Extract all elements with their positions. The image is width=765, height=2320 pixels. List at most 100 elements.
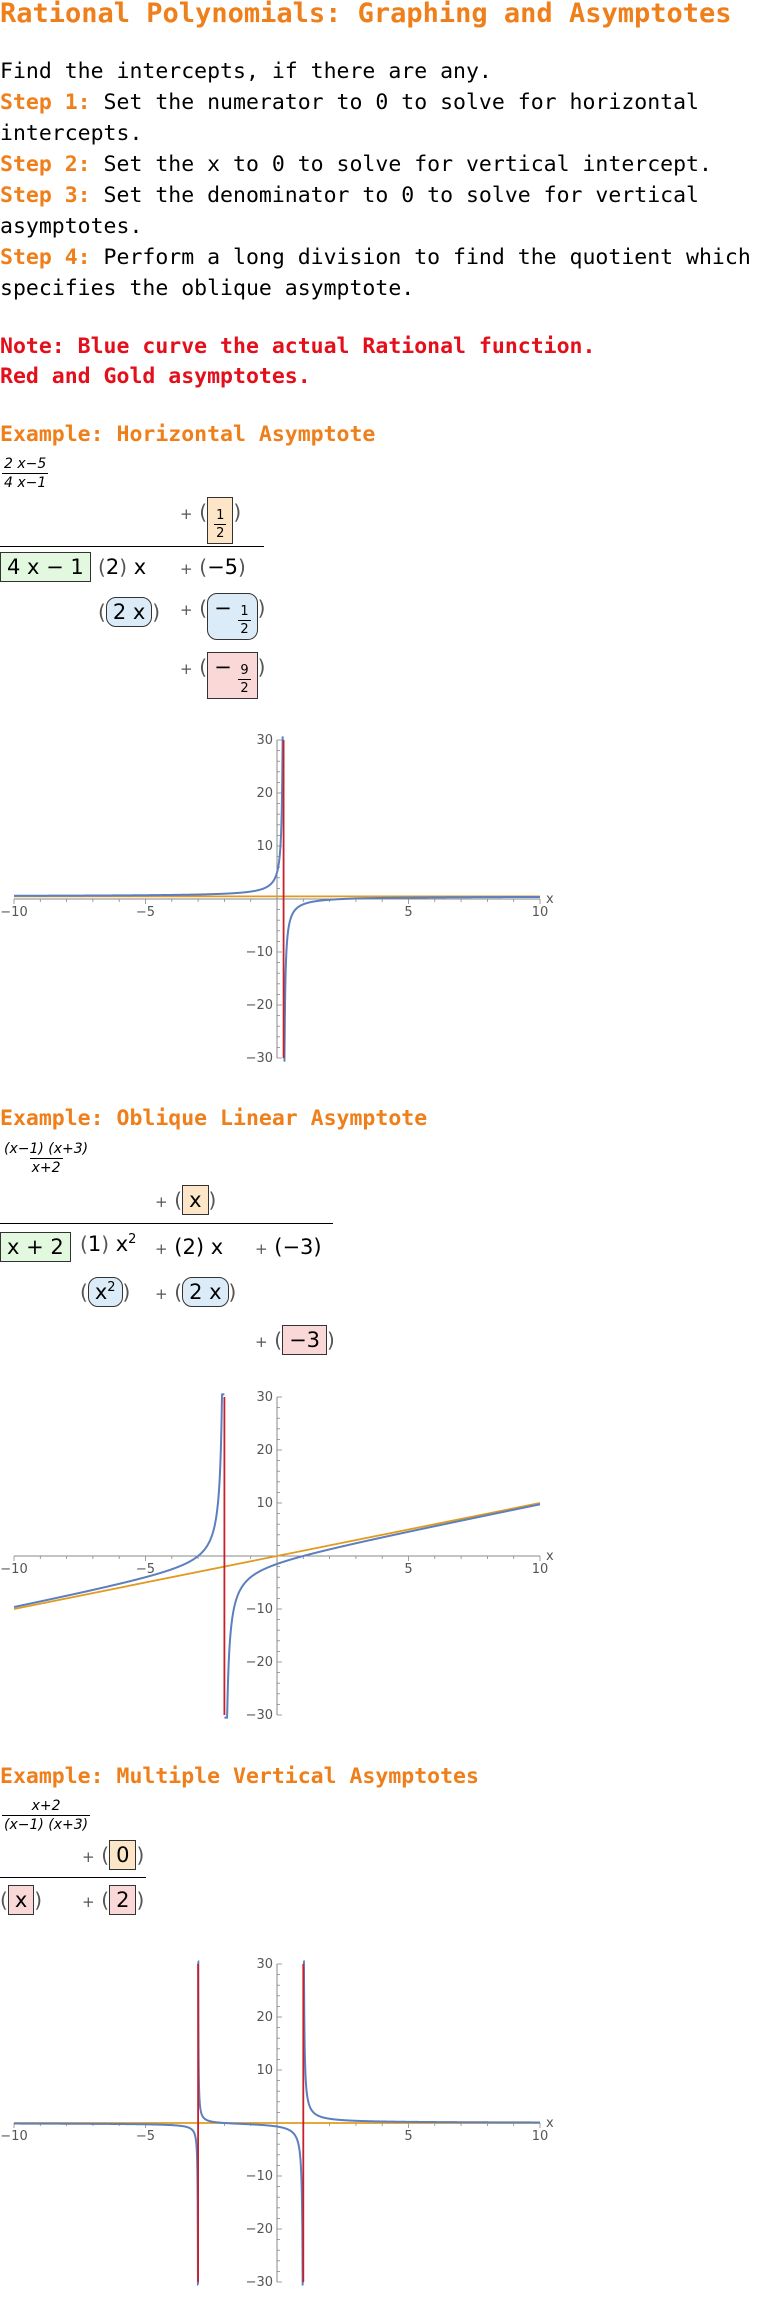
subtract-term-2: 2 x: [182, 1277, 229, 1307]
plus-sign: +: [155, 1285, 168, 1303]
y-tick-label: 30: [256, 1390, 273, 1405]
plus-sign: +: [180, 505, 193, 523]
plus-sign: +: [82, 1848, 95, 1866]
example-3-divisor: (x): [0, 1885, 42, 1915]
function-denominator: (x−1) (x+3): [2, 1815, 91, 1833]
note-line-2: Red and Gold asymptotes.: [0, 364, 311, 389]
example-3-quotient: + (0): [82, 1840, 144, 1870]
y-tick-label: 20: [256, 786, 273, 801]
example-2-divisor: x + 2: [0, 1232, 71, 1262]
step-4: Step 4: Perform a long division to find …: [0, 242, 765, 304]
dividend-constant: −5: [207, 555, 239, 579]
example-2-graph: −10 −5 5 10−30−20−10102030x: [0, 1390, 554, 1723]
y-tick-label: 20: [256, 1443, 273, 1458]
remainder-numerator: 9: [240, 663, 249, 678]
x-axis-label: x: [546, 892, 554, 907]
y-tick-label: −20: [246, 998, 273, 1013]
division-bar: [0, 1877, 146, 1878]
example-3-graph: −10 −5 5 10 −30 −20 −10 10 20 30 x: [0, 1957, 554, 2290]
note-block: Note: Blue curve the actual Rational fun…: [0, 332, 595, 392]
y-tick-label: −10: [246, 945, 273, 960]
x-tick-label: 10: [532, 1562, 549, 1577]
step-3-text: Set the denominator to 0 to solve for ve…: [0, 183, 699, 239]
dividend-coefficient: 2: [105, 555, 120, 579]
x-tick-label: −10: [0, 2129, 27, 2144]
page-title: Rational Polynomials: Graphing and Asymp…: [0, 0, 732, 29]
function-numerator: (x−1) (x+3): [4, 1141, 89, 1157]
function-denominator: 4 x−1: [2, 473, 49, 491]
x-tick-label: 10: [532, 905, 549, 920]
example-1-subtract-const: + (− 1 2): [180, 593, 265, 640]
plus-sign: +: [255, 1240, 268, 1258]
quotient-numerator: 1: [216, 508, 225, 523]
minus-sign: −: [214, 655, 232, 679]
example-1-divisor: 4 x − 1: [0, 552, 91, 582]
remainder-box: −3: [282, 1325, 328, 1355]
dividend-variable: x: [115, 1232, 129, 1256]
remainder-box: 2: [109, 1885, 137, 1915]
y-tick-label: −30: [246, 2275, 273, 2290]
function-curve: [14, 2122, 199, 2286]
quotient-denominator: 2: [214, 524, 227, 541]
y-tick-label: −10: [246, 1602, 273, 1617]
function-numerator: 2 x−5: [4, 456, 47, 472]
dividend-constant: (−3): [274, 1235, 322, 1259]
step-2-label: Step 2:: [0, 152, 91, 177]
x-axis-label: x: [546, 2116, 554, 2131]
function-numerator: x+2: [31, 1798, 61, 1814]
example-3-function: x+2 (x−1) (x+3): [2, 1795, 91, 1833]
example-2-quotient: + (x): [155, 1185, 216, 1215]
plus-sign: +: [82, 1893, 95, 1911]
x-tick-label: −10: [0, 1562, 27, 1577]
step-4-text: Perform a long division to find the quot…: [0, 245, 751, 301]
x-tick-label: 5: [404, 2129, 412, 2144]
intro-block: Find the intercepts, if there are any. S…: [0, 56, 765, 304]
quotient-box: x: [182, 1185, 209, 1215]
example-1-dividend: (2) x: [98, 555, 147, 579]
division-bar: [0, 1223, 333, 1224]
note-line-1: Note: Blue curve the actual Rational fun…: [0, 334, 596, 359]
example-1-subtract-term: (2 x): [98, 597, 160, 627]
y-tick-label: −30: [246, 1051, 273, 1066]
y-tick-label: 10: [256, 839, 273, 854]
x-tick-label: −5: [136, 905, 155, 920]
function-curve: [283, 895, 540, 1062]
divisor-box: x + 2: [0, 1232, 71, 1262]
dividend-middle-term: (2) x: [174, 1235, 224, 1259]
dividend-coefficient: 1: [87, 1232, 102, 1256]
divisor-box: x: [7, 1885, 35, 1915]
example-2-dividend: (1) x2: [80, 1232, 137, 1256]
example-1-title: Example: Horizontal Asymptote: [0, 422, 376, 447]
example-2-title: Example: Oblique Linear Asymptote: [0, 1106, 428, 1131]
step-1: Step 1: Set the numerator to 0 to solve …: [0, 87, 765, 149]
dividend-variable: x: [133, 555, 147, 579]
plus-sign: +: [155, 1193, 168, 1211]
y-tick-label: 10: [256, 1496, 273, 1511]
example-3-title: Example: Multiple Vertical Asymptotes: [0, 1764, 479, 1789]
example-3-remainder: + (2): [82, 1885, 144, 1915]
subtract-variable: x: [94, 1280, 108, 1304]
x-tick-label: 5: [404, 1562, 412, 1577]
subtract-term-1: 2 x: [105, 597, 153, 627]
y-tick-label: −10: [246, 2169, 273, 2184]
function-curve: [14, 736, 284, 897]
y-tick-label: 10: [256, 2063, 273, 2078]
step-3-label: Step 3:: [0, 183, 91, 208]
plus-sign: +: [180, 601, 193, 619]
divisor-box: 4 x − 1: [0, 552, 91, 582]
y-tick-label: −30: [246, 1708, 273, 1723]
subtract-denominator: 2: [238, 620, 251, 637]
x-tick-label: −5: [136, 2129, 155, 2144]
step-1-label: Step 1:: [0, 90, 91, 115]
example-2-subtract-term-2: + (2 x): [155, 1277, 236, 1307]
example-1-dividend-const: + (−5): [180, 555, 246, 579]
x-tick-label: −10: [0, 905, 27, 920]
y-tick-label: −20: [246, 1655, 273, 1670]
step-2-text: Set the x to 0 to solve for vertical int…: [90, 152, 712, 177]
step-3: Step 3: Set the denominator to 0 to solv…: [0, 180, 765, 242]
subtract-numerator: 1: [240, 604, 249, 619]
example-1-graph: −10 −5 5 10 −30 −20 −10 10 20 30 x: [0, 733, 554, 1066]
subtract-exponent: 2: [107, 1280, 116, 1295]
quotient-box: 0: [109, 1840, 137, 1870]
step-2: Step 2: Set the x to 0 to solve for vert…: [0, 149, 765, 180]
